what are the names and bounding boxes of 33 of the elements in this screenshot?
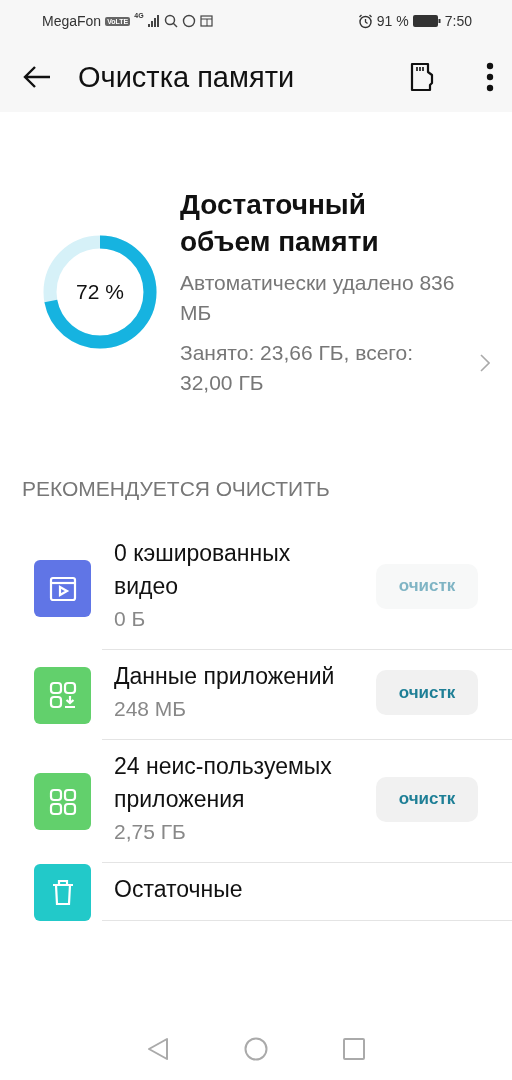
auto-deleted-text: Автоматически удалено 836 МБ [180,269,456,326]
alarm-icon [357,13,373,29]
signal-icon [147,15,160,27]
battery-icon [412,15,441,27]
item-title: Остаточные [114,875,244,904]
item-title: 24 неис-пользуемых приложения [114,752,333,814]
back-arrow-icon[interactable] [22,65,52,89]
section-title: РЕКОМЕНДУЕТСЯ ОЧИСТИТЬ [22,477,330,500]
item-title: Данные приложений [114,662,336,691]
storage-status: Достаточный объем памяти [180,187,380,259]
battery-percent: 91 % [376,13,409,29]
clock-time: 7:50 [444,13,472,29]
usage-percent: 72 % [75,279,125,304]
back-nav-icon[interactable] [147,1037,169,1061]
recents-nav-icon[interactable] [343,1038,365,1060]
home-nav-icon[interactable] [244,1037,268,1061]
calendar-icon [199,15,213,27]
apps-grid-icon [48,787,77,816]
search-icon [163,14,178,28]
item-size: 0 Б [114,606,147,632]
apps-download-icon [48,681,77,709]
item-size: 2,75 ГБ [114,819,187,845]
carrier-name: MegaFon [42,13,102,29]
chevron-right-icon[interactable] [480,353,490,372]
item-size: 248 МБ [114,696,188,722]
item-title: 0 кэшированных видео [114,539,292,601]
sd-card-icon[interactable] [410,62,434,92]
video-icon [48,574,77,603]
more-options-icon[interactable] [486,62,494,92]
usage-text: Занято: 23,66 ГБ, всего: 32,00 ГБ [180,339,415,396]
clean-button[interactable]: очистк [376,670,478,715]
clean-button[interactable]: очистк [376,776,478,822]
page-title: Очистка памяти [78,60,296,94]
